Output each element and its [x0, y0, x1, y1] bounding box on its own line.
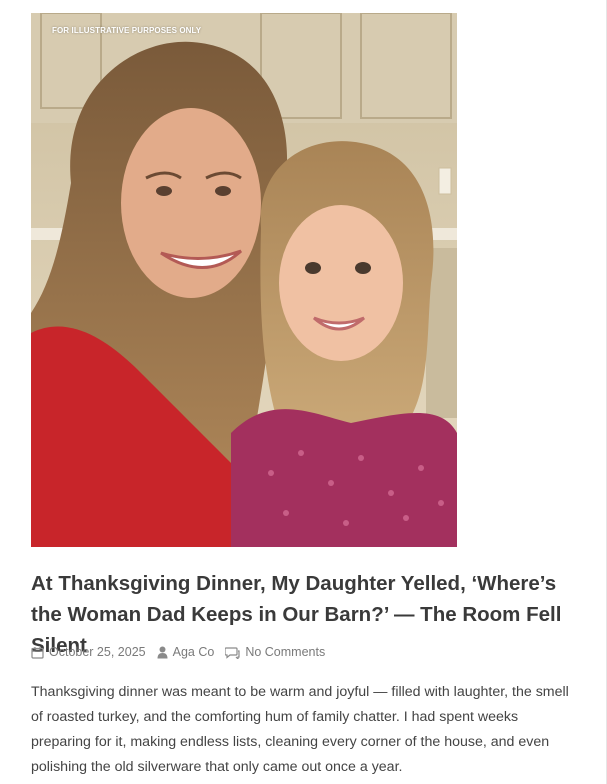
article-excerpt: Thanksgiving dinner was meant to be warm… — [31, 684, 569, 775]
featured-image[interactable]: FOR ILLUSTRATIVE PURPOSES ONLY — [31, 13, 457, 547]
article-page: FOR ILLUSTRATIVE PURPOSES ONLY At Thanks… — [0, 0, 607, 784]
comment-icon — [225, 646, 240, 659]
post-comments[interactable]: No Comments — [225, 645, 325, 659]
post-comments-text[interactable]: No Comments — [245, 645, 325, 659]
featured-photo — [31, 13, 457, 547]
post-author-text[interactable]: Aga Co — [173, 645, 215, 659]
user-icon — [157, 646, 168, 658]
post-date-text[interactable]: October 25, 2025 — [49, 645, 146, 659]
post-meta: October 25, 2025 Aga Co No Comments — [31, 643, 336, 661]
post-date[interactable]: October 25, 2025 — [31, 645, 146, 659]
illustrative-label: FOR ILLUSTRATIVE PURPOSES ONLY — [52, 26, 202, 35]
calendar-icon — [31, 646, 44, 659]
post-author[interactable]: Aga Co — [157, 645, 215, 659]
